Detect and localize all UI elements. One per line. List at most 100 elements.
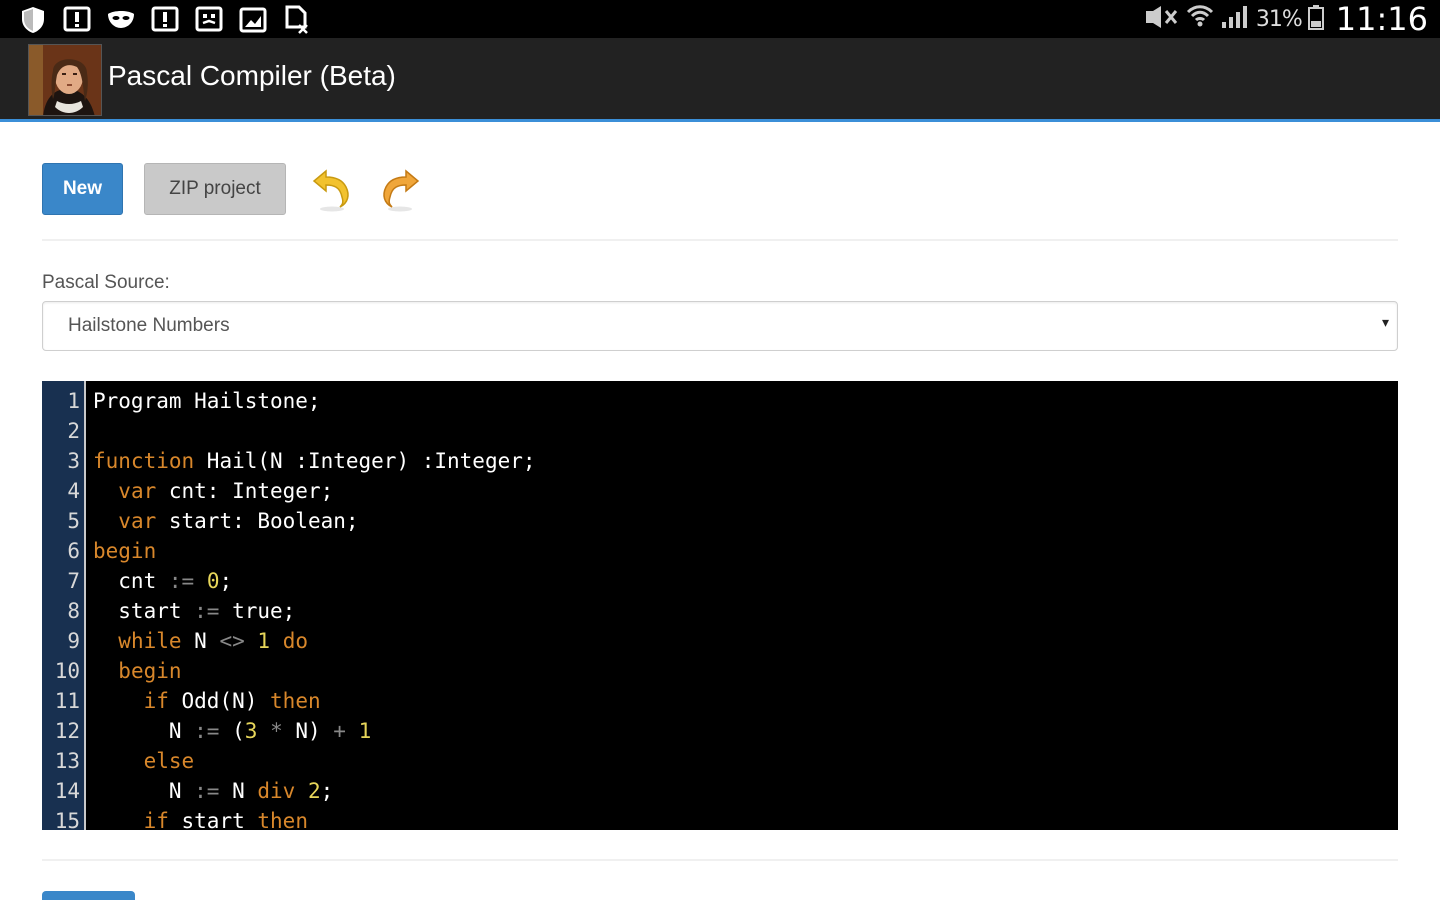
code-token: 2: [307, 779, 321, 803]
pascal-source-select[interactable]: Hailstone Numbers ▾: [42, 301, 1398, 351]
code-token: then: [270, 689, 321, 713]
zip-project-button[interactable]: ZIP project: [144, 163, 286, 215]
battery-percent: 31%: [1255, 6, 1303, 32]
line-number: 11: [54, 689, 80, 713]
code-line[interactable]: if Odd(N) then: [93, 686, 321, 716]
line-number: 13: [54, 749, 80, 773]
line-number: 5: [67, 509, 80, 533]
code-line[interactable]: var start: Boolean;: [93, 506, 359, 536]
new-button[interactable]: New: [42, 163, 123, 215]
signal-icon: [1220, 4, 1250, 35]
line-number: 15: [54, 809, 80, 830]
app-logo-portrait[interactable]: [28, 44, 102, 116]
divider: [42, 859, 1398, 861]
code-token: *: [270, 719, 283, 743]
app-title: Pascal Compiler (Beta): [108, 60, 396, 91]
app-bar: Pascal Compiler (Beta): [0, 38, 1440, 122]
code-editor[interactable]: 1 2 3 4 5 6 7 8 9 10 11 12 13 14 15 Program Hailstone;…: [42, 381, 1398, 830]
code-token: +: [333, 719, 346, 743]
code-token: N: [181, 629, 220, 653]
battery-icon: [1307, 4, 1324, 35]
line-number-gutter: 1 2 3 4 5 6 7 8 9 10 11 12 13 14 15: [42, 381, 86, 830]
alert-icon: [62, 5, 92, 35]
code-token: var: [118, 509, 157, 533]
shield-icon: [18, 5, 48, 35]
pascal-source-label: Pascal Source:: [42, 272, 170, 293]
code-line[interactable]: N := N div 2;: [93, 776, 333, 806]
divider: [42, 239, 1398, 241]
line-number: 7: [67, 569, 80, 593]
code-line[interactable]: cnt := 0;: [93, 566, 232, 596]
line-number: 6: [67, 539, 80, 563]
line-number: 1: [67, 389, 80, 413]
code-token: do: [282, 629, 309, 653]
code-token: ;: [219, 569, 233, 593]
status-bar: 31% 11:16: [0, 0, 1440, 38]
code-line[interactable]: Program Hailstone;: [93, 386, 321, 416]
code-token: while: [118, 629, 182, 653]
code-token: N: [93, 719, 195, 743]
code-token: start: [93, 599, 195, 623]
code-token: cnt: [93, 569, 169, 593]
code-token: :=: [194, 599, 220, 623]
line-number: 2: [67, 419, 80, 443]
code-token: if: [143, 689, 169, 713]
document-icon: [282, 5, 312, 35]
undo-icon[interactable]: [310, 165, 354, 213]
code-line[interactable]: start := true;: [93, 596, 295, 626]
line-number: 3: [67, 449, 80, 473]
redo-icon[interactable]: [378, 165, 422, 213]
code-line[interactable]: N := (3 * N) + 1: [93, 716, 371, 746]
image-icon: [238, 5, 268, 35]
code-token: start: Boolean;: [156, 509, 359, 533]
code-token: then: [257, 809, 308, 830]
code-token: div: [257, 779, 296, 803]
line-number: 14: [54, 779, 80, 803]
code-token: cnt: Integer;: [156, 479, 334, 503]
code-token: else: [143, 749, 195, 773]
mute-icon: [1144, 5, 1180, 34]
code-line[interactable]: var cnt: Integer;: [93, 476, 333, 506]
line-number: 8: [67, 599, 80, 623]
line-number: 10: [54, 659, 80, 683]
alert-icon: [150, 5, 180, 35]
code-token: N): [282, 719, 334, 743]
line-number: 4: [67, 479, 80, 503]
chevron-down-icon: ▾: [1381, 314, 1389, 330]
toolbar: New ZIP project: [42, 163, 420, 215]
code-token: :=: [168, 569, 195, 593]
code-token: (: [219, 719, 245, 743]
code-token: begin: [118, 659, 182, 683]
code-token: :=: [194, 779, 220, 803]
code-token: N: [219, 779, 258, 803]
code-token: start: [168, 809, 258, 830]
system-status: 31% 11:16: [1144, 0, 1428, 38]
code-token: begin: [93, 539, 157, 563]
code-token: <>: [219, 629, 245, 653]
code-line[interactable]: else: [93, 746, 195, 776]
clock: 11:16: [1335, 0, 1428, 38]
code-token: true;: [219, 599, 296, 623]
code-line[interactable]: if start then: [93, 806, 308, 830]
code-line[interactable]: begin: [93, 656, 182, 686]
compile-button[interactable]: [42, 891, 135, 900]
notification-icons: [18, 4, 312, 36]
code-line[interactable]: while N <> 1 do: [93, 626, 308, 656]
code-token: Program Hailstone;: [93, 389, 321, 413]
code-line[interactable]: begin: [93, 536, 156, 566]
code-token: 3: [244, 719, 258, 743]
code-token: 1: [257, 629, 271, 653]
code-token: N: [93, 779, 195, 803]
code-line[interactable]: function Hail(N :Integer) :Integer;: [93, 446, 536, 476]
